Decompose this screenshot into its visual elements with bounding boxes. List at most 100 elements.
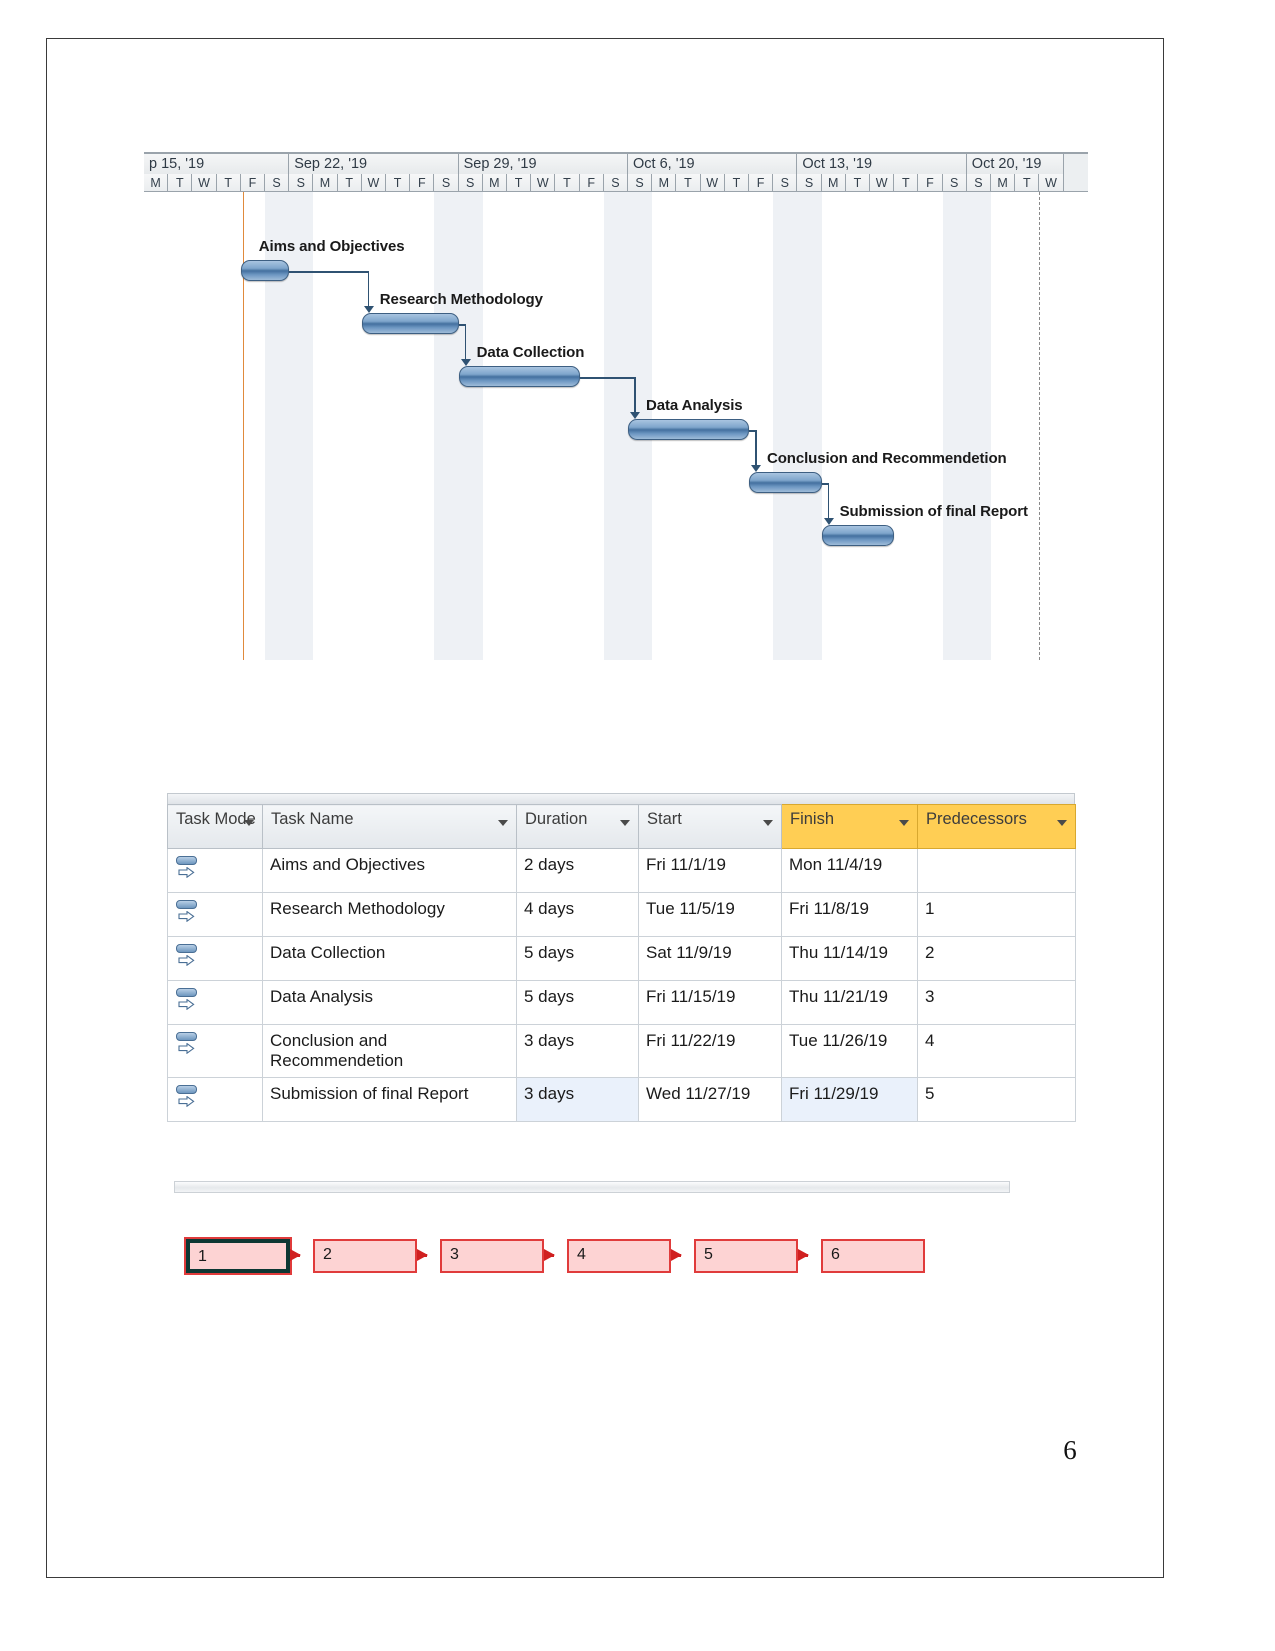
network-node[interactable]: 4 (567, 1239, 671, 1273)
dependency-link (634, 377, 636, 413)
gantt-bar[interactable] (240, 260, 290, 281)
network-diagram-canvas: 123456 (174, 1221, 1010, 1311)
network-node[interactable]: 6 (821, 1239, 925, 1273)
gantt-bar[interactable] (749, 472, 822, 493)
cell-duration[interactable]: 5 days (516, 936, 639, 981)
timescale-week-label: Sep 22, '19 (289, 154, 459, 174)
auto-schedule-icon (175, 943, 199, 969)
cell-duration[interactable]: 3 days (516, 1077, 639, 1122)
cell-task-mode[interactable] (167, 892, 263, 937)
chevron-down-icon[interactable] (1057, 820, 1067, 826)
table-row[interactable]: Aims and Objectives 2 days Fri 11/1/19 Mon … (167, 848, 1076, 893)
cell-finish[interactable]: Fri 11/29/19 (781, 1077, 918, 1122)
timescale-day-cell: M (652, 174, 677, 191)
cell-predecessors[interactable]: 4 (917, 1024, 1076, 1078)
timescale-day-cell: W (361, 174, 386, 191)
timescale-day-cell: M (144, 174, 169, 191)
cell-duration[interactable]: 3 days (516, 1024, 639, 1078)
timescale-day-cell: M (821, 174, 846, 191)
cell-start[interactable]: Fri 11/1/19 (638, 848, 782, 893)
gantt-bar-label: Research Methodology (379, 291, 543, 308)
cell-predecessors[interactable] (917, 848, 1076, 893)
cell-start[interactable]: Fri 11/22/19 (638, 1024, 782, 1078)
cell-finish[interactable]: Fri 11/8/19 (781, 892, 918, 937)
cell-start[interactable]: Tue 11/5/19 (638, 892, 782, 937)
gantt-bar[interactable] (361, 313, 459, 334)
cell-finish[interactable]: Tue 11/26/19 (781, 1024, 918, 1078)
gantt-bar[interactable] (821, 525, 895, 546)
cell-predecessors[interactable]: 5 (917, 1077, 1076, 1122)
timescale-day-cell: S (434, 174, 459, 191)
dependency-link (827, 483, 830, 519)
cell-task-name[interactable]: Aims and Objectives (262, 848, 517, 893)
network-diagram-toolbar[interactable] (174, 1181, 1010, 1193)
cell-task-mode[interactable] (167, 936, 263, 981)
cell-finish[interactable]: Thu 11/21/19 (781, 980, 918, 1025)
network-link-arrow-icon (798, 1249, 809, 1261)
table-row[interactable]: Submission of final Report 3 days Wed 11/2… (167, 1077, 1076, 1122)
cell-task-mode[interactable] (167, 848, 263, 893)
timescale-day-cell: W (700, 174, 725, 191)
table-header-row: Task Mode Task Name Duration Start Finis… (167, 804, 1076, 849)
chevron-down-icon[interactable] (620, 820, 630, 826)
cell-finish[interactable]: Thu 11/14/19 (781, 936, 918, 981)
cell-task-name[interactable]: Submission of final Report (262, 1077, 517, 1122)
table-row[interactable]: Data Collection 5 days Sat 11/9/19 Thu 11/1… (167, 936, 1076, 981)
gantt-bar-label: Data Analysis (646, 397, 743, 414)
cell-task-name[interactable]: Conclusion and Recommendetion (262, 1024, 517, 1078)
weekend-shading (942, 192, 967, 660)
dependency-link (367, 271, 370, 307)
dependency-link (579, 377, 634, 379)
gantt-bar[interactable] (628, 419, 749, 440)
network-node[interactable]: 2 (313, 1239, 417, 1273)
cell-task-mode[interactable] (167, 980, 263, 1025)
network-node[interactable]: 1 (186, 1239, 290, 1273)
dependency-arrow-icon (823, 518, 834, 525)
column-header-finish[interactable]: Finish (781, 804, 918, 849)
timescale-day-cell: T (386, 174, 411, 191)
weekend-shading (434, 192, 459, 660)
table-horizontal-scrollbar[interactable] (167, 793, 1075, 804)
cell-task-name[interactable]: Research Methodology (262, 892, 517, 937)
cell-duration[interactable]: 2 days (516, 848, 639, 893)
network-node[interactable]: 5 (694, 1239, 798, 1273)
cell-start[interactable]: Wed 11/27/19 (638, 1077, 782, 1122)
cell-task-name[interactable]: Data Collection (262, 936, 517, 981)
cell-predecessors[interactable]: 3 (917, 980, 1076, 1025)
cell-task-name[interactable]: Data Analysis (262, 980, 517, 1025)
dependency-link (289, 271, 368, 273)
dependency-arrow-icon (363, 306, 374, 313)
timescale-day-cell: S (458, 174, 483, 191)
timescale-day-cell: T (168, 174, 193, 191)
table-row[interactable]: Research Methodology 4 days Tue 11/5/19 Fri… (167, 892, 1076, 937)
cell-predecessors[interactable]: 2 (917, 936, 1076, 981)
chevron-down-icon[interactable] (763, 820, 773, 826)
column-header-duration[interactable]: Duration (516, 804, 639, 849)
table-row[interactable]: Conclusion and Recommendetion 3 days Fri 1… (167, 1024, 1076, 1078)
dependency-arrow-icon (630, 412, 640, 419)
column-header-task-name[interactable]: Task Name (262, 804, 517, 849)
cell-task-mode[interactable] (167, 1024, 263, 1078)
gantt-bar-label: Conclusion and Recommendetion (767, 450, 1007, 467)
cell-start[interactable]: Sat 11/9/19 (638, 936, 782, 981)
chevron-down-icon[interactable] (498, 820, 508, 826)
cell-start[interactable]: Fri 11/15/19 (638, 980, 782, 1025)
timescale-day-cell: F (918, 174, 943, 191)
cell-predecessors[interactable]: 1 (917, 892, 1076, 937)
timescale-day-cell: S (265, 174, 290, 191)
cell-duration[interactable]: 5 days (516, 980, 639, 1025)
timescale-day-cell: F (410, 174, 435, 191)
chevron-down-icon[interactable] (244, 820, 254, 826)
cell-duration[interactable]: 4 days (516, 892, 639, 937)
column-header-predecessors[interactable]: Predecessors (917, 804, 1076, 849)
network-node[interactable]: 3 (440, 1239, 544, 1273)
cell-finish[interactable]: Mon 11/4/19 (781, 848, 918, 893)
table-row[interactable]: Data Analysis 5 days Fri 11/15/19 Thu 11/21… (167, 980, 1076, 1025)
cell-task-mode[interactable] (167, 1077, 263, 1122)
timescale-day-cell: W (1039, 174, 1064, 191)
column-header-start[interactable]: Start (638, 804, 782, 849)
gantt-bar[interactable] (458, 366, 580, 387)
column-header-task-mode[interactable]: Task Mode (167, 804, 263, 849)
chevron-down-icon[interactable] (899, 820, 909, 826)
auto-schedule-icon (175, 1084, 199, 1110)
